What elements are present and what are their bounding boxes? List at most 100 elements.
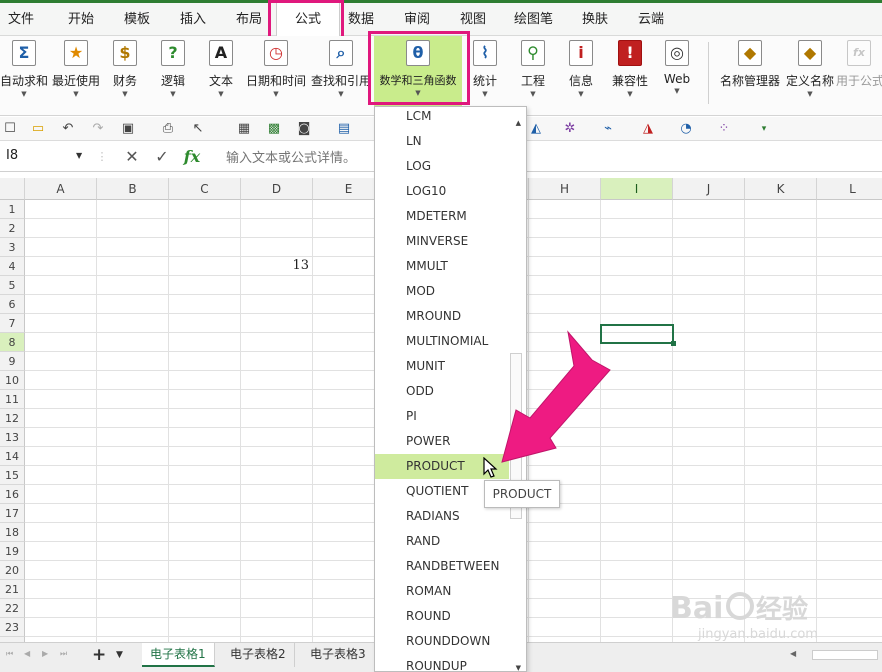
row-header-6[interactable]: 6 xyxy=(0,295,25,314)
function-item-log10[interactable]: LOG10 xyxy=(375,179,509,204)
row-header-15[interactable]: 15 xyxy=(0,466,25,485)
column-header-i[interactable]: I xyxy=(601,178,673,200)
function-item-ln[interactable]: LN xyxy=(375,129,509,154)
pointer-icon[interactable]: ↖ xyxy=(190,121,206,137)
table-icon[interactable]: ▦ xyxy=(236,121,252,137)
column-header-d[interactable]: D xyxy=(241,178,313,200)
row-header-4[interactable]: 4 xyxy=(0,257,25,276)
row-header-11[interactable]: 11 xyxy=(0,390,25,409)
function-item-power[interactable]: POWER xyxy=(375,429,509,454)
open-folder-icon[interactable]: ▭ xyxy=(30,121,46,137)
row-header-20[interactable]: 20 xyxy=(0,561,25,580)
new-file-icon[interactable]: ☐ xyxy=(2,121,18,137)
horizontal-scrollbar[interactable] xyxy=(812,650,878,660)
row-header-10[interactable]: 10 xyxy=(0,371,25,390)
more-icon[interactable]: ▾ xyxy=(756,121,772,137)
column-header-c[interactable]: C xyxy=(169,178,241,200)
confirm-icon[interactable]: ✓ xyxy=(152,146,172,168)
function-item-rounddown[interactable]: ROUNDDOWN xyxy=(375,629,509,654)
function-item-log[interactable]: LOG xyxy=(375,154,509,179)
save-icon[interactable]: ▣ xyxy=(120,121,136,137)
recent-button[interactable]: ★ 最近使用 ▼ xyxy=(50,40,102,106)
function-item-mround[interactable]: MROUND xyxy=(375,304,509,329)
cell-d4[interactable]: 13 xyxy=(241,256,309,275)
last-sheet-icon[interactable]: ⏭ xyxy=(60,649,67,659)
function-item-minverse[interactable]: MINVERSE xyxy=(375,229,509,254)
next-sheet-icon[interactable]: ▶ xyxy=(42,649,48,658)
autosum-button[interactable]: Σ 自动求和 ▼ xyxy=(0,40,48,106)
row-header-7[interactable]: 7 xyxy=(0,314,25,333)
row-header-23[interactable]: 23 xyxy=(0,618,25,637)
first-sheet-icon[interactable]: ⏮ xyxy=(6,649,13,659)
row-header-9[interactable]: 9 xyxy=(0,352,25,371)
row-header-2[interactable]: 2 xyxy=(0,219,25,238)
column-header-j[interactable]: J xyxy=(673,178,745,200)
row-header-21[interactable]: 21 xyxy=(0,580,25,599)
row-header-16[interactable]: 16 xyxy=(0,485,25,504)
sheet-tab-1[interactable]: 电子表格1 xyxy=(142,643,215,667)
select-all-corner[interactable] xyxy=(0,178,25,200)
line-chart-icon[interactable]: ⌁ xyxy=(600,121,616,137)
screenshot-icon[interactable]: ◙ xyxy=(296,121,312,137)
function-item-mdeterm[interactable]: MDETERM xyxy=(375,204,509,229)
column-header-h[interactable]: H xyxy=(529,178,601,200)
tab-draw[interactable]: 绘图笔 xyxy=(514,3,553,36)
name-manager-button[interactable]: ◆ 名称管理器 xyxy=(718,40,782,106)
column-header-k[interactable]: K xyxy=(745,178,817,200)
tab-templates[interactable]: 模板 xyxy=(124,3,150,36)
pie-chart-icon[interactable]: ◔ xyxy=(678,121,694,137)
scatter-chart-icon[interactable]: ⁘ xyxy=(716,121,732,137)
row-header-12[interactable]: 12 xyxy=(0,409,25,428)
undo-icon[interactable]: ↶ xyxy=(60,121,76,137)
name-box[interactable]: I8 ▼ xyxy=(0,142,92,172)
scroll-up-icon[interactable]: ▲ xyxy=(516,119,521,127)
lookup-button[interactable]: ⌕ 查找和引用 ▼ xyxy=(310,40,372,106)
tab-home[interactable]: 开始 xyxy=(68,3,94,36)
function-item-munit[interactable]: MUNIT xyxy=(375,354,509,379)
function-item-randbetween[interactable]: RANDBETWEEN xyxy=(375,554,509,579)
print-icon[interactable]: ⎙ xyxy=(160,121,176,137)
web-button[interactable]: ◎ Web ▼ xyxy=(658,40,696,106)
row-header-1[interactable]: 1 xyxy=(0,200,25,219)
chart-area-icon[interactable]: ◭ xyxy=(528,121,544,137)
row-header-22[interactable]: 22 xyxy=(0,599,25,618)
function-item-odd[interactable]: ODD xyxy=(375,379,509,404)
datetime-button[interactable]: ◷ 日期和时间 ▼ xyxy=(244,40,308,106)
function-item-roundup[interactable]: ROUNDUP xyxy=(375,654,509,671)
grid-icon[interactable]: ▤ xyxy=(336,121,352,137)
function-item-rand[interactable]: RAND xyxy=(375,529,509,554)
function-item-round[interactable]: ROUND xyxy=(375,604,509,629)
row-header-19[interactable]: 19 xyxy=(0,542,25,561)
tab-review[interactable]: 审阅 xyxy=(404,3,430,36)
cancel-icon[interactable]: ✕ xyxy=(122,146,142,168)
function-item-lcm[interactable]: LCM xyxy=(375,107,509,129)
column-header-b[interactable]: B xyxy=(97,178,169,200)
engineering-button[interactable]: ⚲ 工程 ▼ xyxy=(514,40,552,106)
sheet-list-icon[interactable]: ▼ xyxy=(116,650,123,660)
column-header-l[interactable]: L xyxy=(817,178,882,200)
tab-layout[interactable]: 布局 xyxy=(236,3,262,36)
math-trig-button[interactable]: θ 数学和三角函数 ▼ xyxy=(374,36,462,106)
tab-insert[interactable]: 插入 xyxy=(180,3,206,36)
text-button[interactable]: A 文本 ▼ xyxy=(202,40,240,106)
define-name-button[interactable]: ◆ 定义名称 ▼ xyxy=(784,40,836,106)
row-header-18[interactable]: 18 xyxy=(0,523,25,542)
function-item-pi[interactable]: PI xyxy=(375,404,509,429)
tab-file[interactable]: 文件 xyxy=(8,3,34,36)
use-in-formula-button[interactable]: fx 用于公式 xyxy=(836,40,882,106)
caret-down-icon[interactable]: ▼ xyxy=(76,142,82,170)
row-header-3[interactable]: 3 xyxy=(0,238,25,257)
row-header-14[interactable]: 14 xyxy=(0,447,25,466)
add-sheet-icon[interactable]: + xyxy=(92,645,106,665)
column-header-a[interactable]: A xyxy=(25,178,97,200)
tab-cloud[interactable]: 云端 xyxy=(638,3,664,36)
fx-icon[interactable]: fx xyxy=(182,146,202,168)
sheet-tab-2[interactable]: 电子表格2 xyxy=(222,643,295,667)
formula-input[interactable] xyxy=(210,142,882,172)
drag-handle-icon[interactable]: ⋮ xyxy=(92,146,112,168)
sheet-tab-3[interactable]: 电子表格3 xyxy=(302,643,375,667)
function-item-roman[interactable]: ROMAN xyxy=(375,579,509,604)
logical-button[interactable]: ? 逻辑 ▼ xyxy=(154,40,192,106)
row-header-17[interactable]: 17 xyxy=(0,504,25,523)
financial-button[interactable]: $ 财务 ▼ xyxy=(106,40,144,106)
